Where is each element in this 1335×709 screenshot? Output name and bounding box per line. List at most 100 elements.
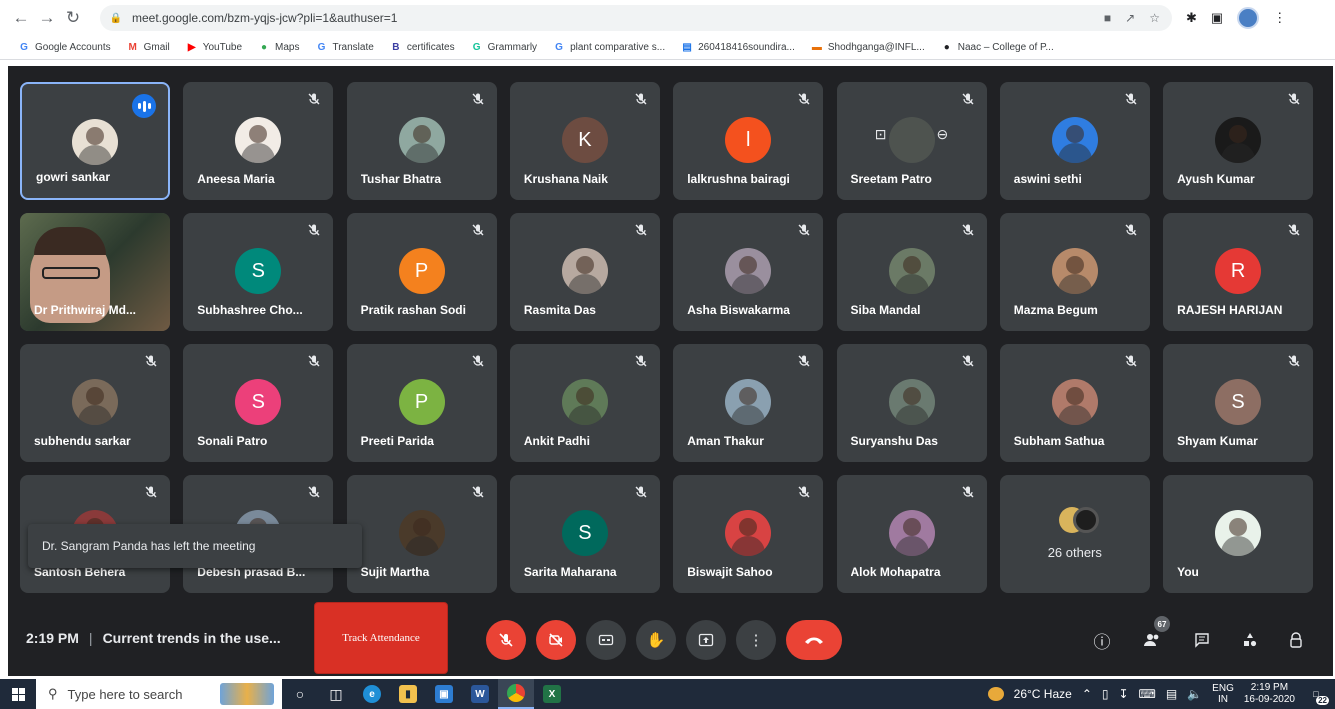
participant-tile[interactable]: gowri sankar — [20, 82, 170, 200]
bookmark-item[interactable]: ● Maps — [258, 42, 299, 54]
track-attendance-button[interactable]: Track Attendance — [314, 602, 448, 674]
participant-tile[interactable]: Sujit Martha — [346, 475, 497, 593]
mic-off-icon — [634, 223, 648, 237]
photos-app-icon[interactable]: ▣ — [426, 679, 462, 709]
participant-tile[interactable]: S Sonali Patro — [183, 344, 334, 462]
bookmark-item[interactable]: G Google Accounts — [18, 42, 111, 54]
usb-icon[interactable]: ↧ — [1118, 687, 1128, 701]
reload-icon[interactable]: ↻ — [60, 5, 86, 31]
participant-tile[interactable]: S Subhashree Cho... — [183, 213, 334, 331]
pin-icon[interactable]: ⊡ — [875, 126, 887, 143]
participant-tile[interactable]: Tushar Bhatra — [346, 82, 497, 200]
avatar — [72, 379, 118, 425]
bookmark-item[interactable]: ▤ 260418416soundira... — [681, 42, 794, 54]
camera-off-icon[interactable] — [536, 620, 576, 660]
network-icon[interactable]: ▤ — [1166, 687, 1177, 701]
participant-tile[interactable]: K Krushana Naik — [509, 82, 660, 200]
forward-icon[interactable]: → — [34, 5, 60, 31]
volume-icon[interactable]: 🔈 — [1187, 687, 1202, 701]
participant-tile[interactable]: Biswajit Sahoo — [673, 475, 824, 593]
weather-text[interactable]: 26°C Haze — [1014, 687, 1072, 701]
participant-name: Ankit Padhi — [523, 434, 590, 448]
participant-tile[interactable]: subhendu sarkar — [20, 344, 170, 462]
meeting-details-icon[interactable]: ⓘ — [1086, 624, 1118, 656]
bookmark-item[interactable]: Gplant comparative s... — [553, 42, 665, 54]
share-icon[interactable]: ↗ — [1125, 11, 1135, 25]
chat-icon[interactable] — [1186, 624, 1218, 656]
participant-tile[interactable]: Asha Biswakarma — [673, 213, 824, 331]
battery-icon[interactable]: ▯ — [1102, 687, 1109, 701]
mic-off-icon — [797, 223, 811, 237]
bookmark-item[interactable]: M Gmail — [127, 42, 169, 54]
weather-icon[interactable] — [987, 687, 1004, 701]
side-panel-icon[interactable]: ▣ — [1211, 10, 1223, 26]
participant-tile[interactable]: Ankit Padhi — [509, 344, 660, 462]
raise-hand-icon[interactable]: ✋ — [636, 620, 676, 660]
host-controls-icon[interactable] — [1280, 624, 1312, 656]
bookmark-item[interactable]: ▬ Shodhganga@INFL... — [811, 42, 925, 54]
url-text[interactable]: meet.google.com/bzm-yqjs-jcw?pli=1&authu… — [132, 11, 397, 25]
clock[interactable]: 2:19 PM 16-09-2020 — [1244, 682, 1295, 706]
language-indicator[interactable]: ENG IN — [1212, 683, 1234, 705]
task-view-icon[interactable]: ◫ — [318, 679, 354, 709]
letter-avatar: K — [561, 117, 608, 163]
participant-tile[interactable]: ⊡ ⊖ Sreetam Patro — [836, 82, 987, 200]
activities-icon[interactable] — [1234, 624, 1266, 656]
participant-tile[interactable]: R RAJESH HARIJAN — [1163, 213, 1314, 331]
mic-off-icon[interactable] — [486, 620, 526, 660]
chrome-icon[interactable] — [498, 679, 534, 709]
edge-icon[interactable]: e — [354, 679, 390, 709]
taskbar-search-box[interactable]: ⚲ Type here to search — [36, 679, 282, 709]
participant-tile[interactable]: P Pratik rashan Sodi — [346, 213, 497, 331]
participant-tile[interactable]: S Shyam Kumar — [1163, 344, 1314, 462]
others-tile[interactable]: 26 others — [999, 475, 1150, 593]
word-icon[interactable]: W — [462, 679, 498, 709]
bookmark-item[interactable]: Bcertificates — [390, 42, 454, 54]
participant-name: Siba Mandal — [850, 303, 921, 317]
mic-off-icon — [471, 223, 485, 237]
avatar — [561, 248, 608, 294]
avatar — [1051, 117, 1098, 163]
bookmark-star-icon[interactable]: ☆ — [1149, 11, 1160, 25]
hang-up-icon[interactable] — [786, 620, 842, 660]
notification-center-icon[interactable]: □ 22 — [1305, 683, 1329, 705]
participant-tile[interactable]: Ayush Kumar — [1163, 82, 1314, 200]
extensions-icon[interactable]: ✱ — [1186, 10, 1197, 26]
bookmark-item[interactable]: ▶ YouTube — [186, 42, 242, 54]
camera-indicator-icon[interactable]: ■ — [1104, 11, 1111, 25]
bookmark-item[interactable]: ● Naac – College of P... — [941, 42, 1054, 54]
excel-icon[interactable]: X — [534, 679, 570, 709]
participant-tile[interactable]: Mazma Begum — [999, 213, 1150, 331]
participant-tile[interactable]: Aman Thakur — [673, 344, 824, 462]
participant-tile[interactable]: You — [1163, 475, 1314, 593]
participant-tile[interactable]: aswini sethi — [999, 82, 1150, 200]
keyboard-icon[interactable]: ⌨ — [1139, 687, 1156, 701]
people-icon[interactable]: 67 — [1136, 616, 1170, 656]
present-screen-icon[interactable] — [686, 620, 726, 660]
captions-icon[interactable] — [586, 620, 626, 660]
bookmark-item[interactable]: G Translate — [315, 42, 374, 54]
avatar — [888, 510, 935, 556]
participant-tile[interactable]: Alok Mohapatra — [836, 475, 987, 593]
menu-kebab-icon[interactable]: ⋮ — [1273, 10, 1286, 26]
windows-start-button[interactable] — [0, 679, 36, 709]
file-explorer-icon[interactable]: ▮ — [390, 679, 426, 709]
participant-tile[interactable]: S Sarita Maharana — [509, 475, 660, 593]
remove-participant-icon[interactable]: ⊖ — [937, 126, 949, 143]
participant-tile[interactable]: l lalkrushna bairagi — [673, 82, 824, 200]
participant-tile[interactable]: Rasmita Das — [509, 213, 660, 331]
profile-avatar[interactable] — [1237, 7, 1260, 29]
participant-tile[interactable]: Subham Sathua — [999, 344, 1150, 462]
participant-tile[interactable]: P Preeti Parida — [346, 344, 497, 462]
participant-tile[interactable]: Siba Mandal — [836, 213, 987, 331]
address-bar[interactable]: 🔒 meet.google.com/bzm-yqjs-jcw?pli=1&aut… — [100, 5, 1172, 31]
more-options-icon[interactable]: ⋮ — [736, 620, 776, 660]
participant-tile[interactable]: Aneesa Maria — [183, 82, 334, 200]
cortana-icon[interactable]: ○ — [282, 679, 318, 709]
tray-overflow-icon[interactable]: ⌃ — [1082, 687, 1092, 701]
back-icon[interactable]: ← — [8, 5, 34, 31]
mic-off-icon — [1287, 354, 1301, 368]
bookmark-item[interactable]: G Grammarly — [471, 42, 537, 54]
participant-tile[interactable]: Dr Prithwiraj Md... — [20, 213, 170, 331]
participant-tile[interactable]: Suryanshu Das — [836, 344, 987, 462]
